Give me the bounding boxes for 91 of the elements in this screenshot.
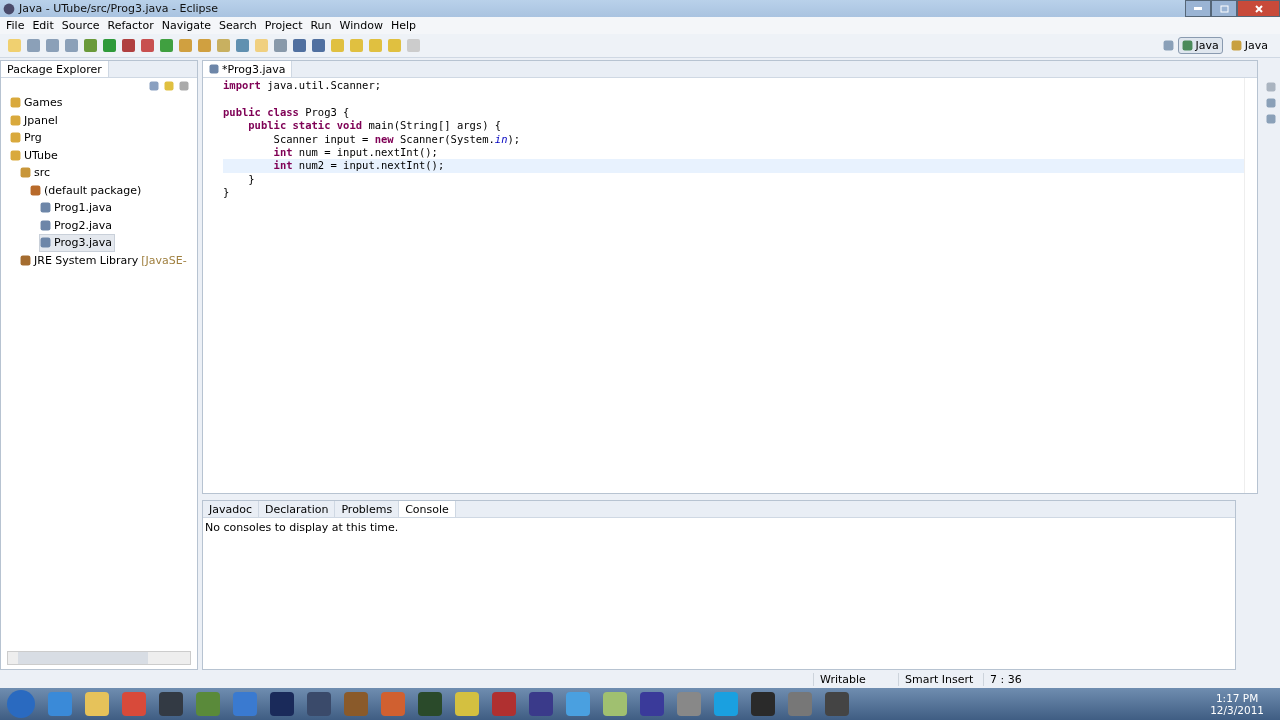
app-icon[interactable] (602, 691, 628, 717)
menu-item[interactable]: Run (306, 19, 336, 32)
code-line: public static void main(String[] args) { (247, 119, 503, 133)
code-line: public class Prog3 { (223, 105, 351, 120)
toolbar-icon[interactable] (369, 39, 382, 52)
code-line: int num = input.nextInt(); (272, 145, 439, 160)
toolbar-icon[interactable] (198, 39, 211, 52)
app-icon[interactable] (306, 691, 332, 717)
menu-item[interactable]: Search (215, 19, 261, 32)
app-icon[interactable] (158, 691, 184, 717)
menu-item[interactable]: Window (335, 19, 387, 32)
tree-item[interactable]: Games (9, 94, 66, 112)
toolbar-icon[interactable] (27, 39, 40, 52)
toolbar-icon[interactable] (46, 39, 59, 52)
maximize-button[interactable] (1211, 0, 1237, 17)
tree-item[interactable]: Prog1.java (39, 199, 115, 217)
toolbar-icon[interactable] (122, 39, 135, 52)
menu-item[interactable]: Source (57, 19, 104, 32)
toolbar-icon[interactable] (293, 39, 306, 52)
menu-item[interactable]: Edit (28, 19, 58, 32)
app-icon[interactable] (787, 691, 813, 717)
view-tab[interactable]: Javadoc (203, 501, 259, 517)
minimize-icon (1194, 7, 1202, 10)
toolbar-icon[interactable] (407, 39, 420, 52)
close-icon (1254, 4, 1263, 13)
toolbar-icon[interactable] (8, 39, 21, 52)
toolbar-icon[interactable] (236, 39, 249, 52)
tree-item[interactable]: Prg (9, 129, 45, 147)
toolbar-icon[interactable] (350, 39, 363, 52)
view-tab[interactable]: Declaration (259, 501, 336, 517)
menu-item[interactable]: Help (386, 19, 420, 32)
tree-item[interactable]: Jpanel (9, 111, 61, 129)
toolbar-icon[interactable] (160, 39, 173, 52)
app-icon[interactable] (750, 691, 776, 717)
toolbar-icon[interactable] (217, 39, 230, 52)
status-insert: Smart Insert (898, 672, 983, 686)
app-icon[interactable] (713, 691, 739, 717)
app-icon[interactable] (565, 691, 591, 717)
perspective-button[interactable]: Java (1226, 37, 1272, 54)
clock-date: 12/3/2011 (1210, 704, 1264, 716)
app-icon[interactable] (121, 691, 147, 717)
code-line: import java.util.Scanner; (223, 79, 383, 93)
toolbar-icon[interactable] (255, 39, 268, 52)
horizontal-scrollbar[interactable] (7, 651, 191, 665)
console-message: No consoles to display at this time. (204, 520, 400, 536)
toolbar-icon[interactable] (103, 39, 116, 52)
status-position: 7 : 36 (983, 672, 1280, 686)
minimize-button[interactable] (1185, 0, 1211, 17)
toolbar-icon[interactable] (141, 39, 154, 52)
app-icon[interactable] (380, 691, 406, 717)
app-icon[interactable] (232, 691, 258, 717)
view-tab[interactable]: Package Explorer (1, 61, 109, 77)
perspective-button[interactable]: Java (1177, 37, 1223, 54)
code-line: } (247, 172, 256, 187)
toolbar-icon[interactable] (331, 39, 344, 52)
app-icon[interactable] (491, 691, 517, 717)
app-icon[interactable] (47, 691, 73, 717)
close-button[interactable] (1237, 0, 1280, 17)
editor-tab[interactable]: *Prog3.java (203, 61, 293, 77)
menu-item[interactable]: Project (260, 19, 307, 32)
app-icon[interactable] (417, 691, 443, 717)
clock-time: 1:17 PM (1215, 692, 1259, 704)
status-mode: Writable (813, 672, 898, 686)
app-icon[interactable] (195, 691, 221, 717)
view-tab[interactable]: Console (399, 501, 456, 517)
tree-item[interactable]: src (19, 164, 54, 182)
app-icon[interactable] (639, 691, 665, 717)
app-icon[interactable] (269, 691, 295, 717)
menu-item[interactable]: File (2, 19, 29, 32)
menu-item[interactable]: Navigate (157, 19, 215, 32)
toolbar-icon[interactable] (84, 39, 97, 52)
app-icon[interactable] (824, 691, 850, 717)
tree-item[interactable]: Prog3.java (39, 234, 115, 252)
toolbar-icon[interactable] (274, 39, 287, 52)
menu-item[interactable]: Refactor (103, 19, 158, 32)
toolbar-icon[interactable] (179, 39, 192, 52)
toolbar-icon[interactable] (388, 39, 401, 52)
tree-item[interactable]: JRE System Library [JavaSE- (19, 251, 190, 269)
tree-item[interactable]: UTube (9, 146, 61, 164)
toolbar-icon[interactable] (65, 39, 78, 52)
app-icon[interactable] (454, 691, 480, 717)
app-icon[interactable] (676, 691, 702, 717)
tree-item[interactable]: (default package) (29, 181, 145, 199)
toolbar-icon[interactable] (312, 39, 325, 52)
tree-item[interactable]: Prog2.java (39, 216, 115, 234)
window-title: Java - UTube/src/Prog3.java - Eclipse (19, 2, 219, 15)
code-line: Scanner input = new Scanner(System.in); (272, 132, 522, 146)
code-line: } (223, 186, 231, 200)
app-icon[interactable] (343, 691, 369, 717)
app-icon[interactable] (84, 691, 110, 717)
app-icon[interactable] (528, 691, 554, 717)
